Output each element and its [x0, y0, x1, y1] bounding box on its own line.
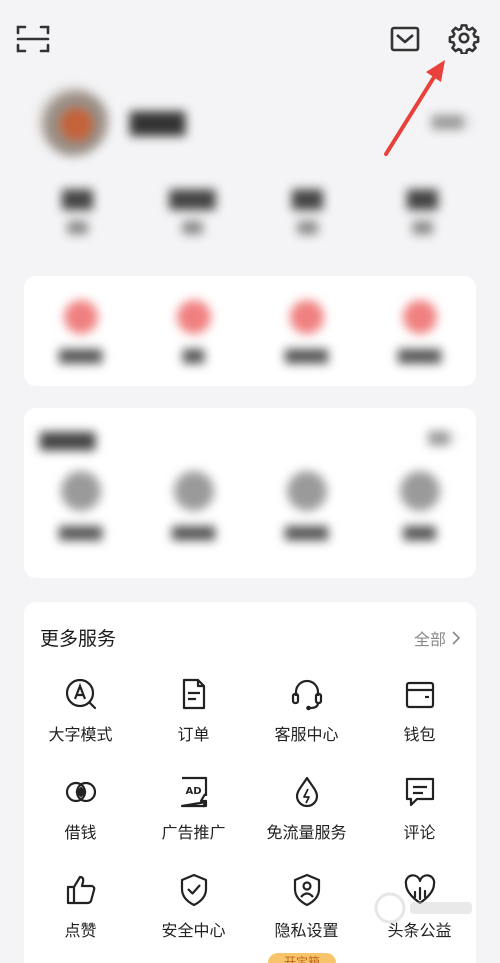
avatar[interactable]: [38, 86, 108, 156]
service-security-center[interactable]: 安全中心: [137, 873, 250, 941]
svg-text:AD: AD: [185, 786, 201, 797]
mail-icon[interactable]: [384, 18, 426, 60]
watermark-logo: [374, 892, 472, 924]
service-free-data[interactable]: 免流量服务: [250, 775, 363, 843]
stats-row-blurred: ▇▇ ▇▇ ▇▇▇ ▇▇ ▇▇ ▇▇ ▇▇ ▇▇: [20, 186, 480, 248]
thumbs-up-icon: [66, 875, 95, 905]
service-orders[interactable]: 订单: [137, 677, 250, 745]
scan-icon[interactable]: [12, 18, 54, 60]
creator-center-card-blurred: ▇▇▇▇ ▇▇ › ▇▇▇▇ ▇▇▇▇ ▇▇▇▇ ▇▇▇: [24, 408, 476, 578]
promo-pill[interactable]: 开宝箱: [268, 953, 336, 963]
service-likes[interactable]: 点赞: [24, 873, 137, 941]
service-customer-support[interactable]: 客服中心: [250, 677, 363, 745]
service-comments[interactable]: 评论: [363, 775, 476, 843]
creator-tool[interactable]: ▇▇▇▇: [250, 455, 363, 541]
creator-tool[interactable]: ▇▇▇▇: [24, 455, 137, 541]
order-document-icon: [182, 678, 205, 710]
stat-item[interactable]: ▇▇ ▇▇: [20, 186, 135, 248]
service-large-font[interactable]: 大字模式: [24, 677, 137, 745]
service-privacy-settings[interactable]: 隐私设置: [250, 873, 363, 941]
stat-item[interactable]: ▇▇ ▇▇: [250, 186, 365, 248]
free-data-drop-icon: [295, 776, 318, 808]
homepage-link-blurred[interactable]: ▇▇▇ ›: [432, 114, 474, 130]
quick-action[interactable]: ▇▇: [137, 276, 250, 364]
large-font-mode-icon: [65, 678, 96, 710]
chevron-right-icon: [452, 630, 460, 645]
quick-actions-card-blurred: ▇▇▇▇ ▇▇ ▇▇▇▇ ▇▇▇▇: [24, 276, 476, 386]
profile-header[interactable]: ▇▇▇ ▇▇▇ ›: [38, 86, 478, 162]
privacy-user-shield-icon: [293, 873, 320, 907]
more-services-title: 更多服务: [40, 628, 117, 650]
stat-item[interactable]: ▇▇ ▇▇: [365, 186, 480, 248]
shield-check-icon: [180, 873, 207, 907]
borrow-money-icon: [65, 781, 96, 803]
service-ad-promotion[interactable]: AD 广告推广: [137, 775, 250, 843]
wallet-icon: [405, 681, 434, 709]
creator-tool[interactable]: ▇▇▇▇: [137, 455, 250, 541]
quick-action[interactable]: ▇▇▇▇: [250, 276, 363, 364]
quick-action[interactable]: ▇▇▇▇: [24, 276, 137, 364]
ad-promotion-icon: AD: [180, 776, 207, 808]
view-all-label: 全部: [413, 629, 446, 649]
top-bar: [0, 0, 500, 80]
stat-item[interactable]: ▇▇▇ ▇▇: [135, 186, 250, 248]
creator-tool[interactable]: ▇▇▇: [363, 455, 476, 541]
username-blurred: ▇▇▇: [130, 108, 186, 136]
quick-action[interactable]: ▇▇▇▇: [363, 276, 476, 364]
service-wallet[interactable]: 钱包: [363, 677, 476, 745]
settings-gear-icon[interactable]: [442, 16, 486, 60]
view-all-link[interactable]: 全部: [414, 626, 460, 650]
comment-icon: [405, 777, 434, 807]
service-borrow[interactable]: 借钱: [24, 775, 137, 843]
headset-icon: [291, 679, 322, 711]
